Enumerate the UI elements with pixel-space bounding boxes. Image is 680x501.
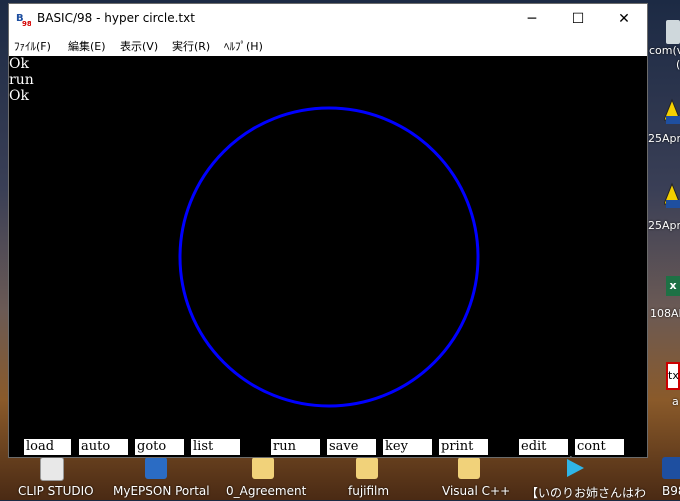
fkey-f5[interactable]: run xyxy=(271,439,320,455)
fkey-f8[interactable]: print xyxy=(439,439,488,455)
fkey-f6[interactable]: save xyxy=(327,439,376,455)
taskbar-item-visual-cpp[interactable]: Visual C++ xyxy=(430,455,510,500)
fkey-separator: " xyxy=(370,438,376,452)
excel-icon: x xyxy=(666,276,680,296)
folder-icon xyxy=(458,457,480,479)
basic98-app-icon: B 98 xyxy=(15,11,31,27)
menu-help[interactable]: ﾍﾙﾌﾟ(H) xyxy=(224,38,263,54)
menu-view[interactable]: 表示(V) xyxy=(120,38,158,54)
drawn-circle xyxy=(178,106,480,408)
fkey-separator: . xyxy=(569,447,573,457)
window-title: BASIC/98 - hyper circle.txt xyxy=(37,11,195,25)
folder-icon xyxy=(252,457,274,479)
fkey-f2[interactable]: auto xyxy=(79,439,128,455)
basic98-icon xyxy=(662,457,680,479)
clip-studio-icon xyxy=(40,457,64,481)
graphics-layer xyxy=(178,106,480,408)
fkey-f10[interactable]: cont xyxy=(575,439,624,455)
fkey-f4[interactable]: list xyxy=(191,439,240,455)
menu-run[interactable]: 実行(R) xyxy=(172,38,210,54)
svg-text:98: 98 xyxy=(22,20,31,27)
fkey-f3[interactable]: goto xyxy=(135,439,184,455)
play-icon xyxy=(567,459,584,477)
taskbar-item-fujifilm[interactable]: fujifilm xyxy=(330,455,410,500)
basic-screen[interactable]: Ok run Ok load " auto goto list run save… xyxy=(9,56,647,457)
fkey-separator: " xyxy=(65,438,71,452)
epson-icon xyxy=(145,457,167,479)
taskbar-item-b98[interactable]: B98 xyxy=(650,455,680,500)
menu-bar: ﾌｧｲﾙ(F) 編集(E) 表示(V) 実行(R) ﾍﾙﾌﾟ(H) xyxy=(9,34,647,56)
taskbar-item-myepson[interactable]: MyEPSON Portal xyxy=(105,455,210,500)
taskbar-item-clip-studio[interactable]: CLIP STUDIO xyxy=(0,455,100,500)
folder-icon xyxy=(356,457,378,479)
close-button[interactable]: ✕ xyxy=(601,4,647,34)
maximize-button[interactable]: ☐ xyxy=(555,4,601,34)
fkey-f1[interactable]: load xyxy=(24,439,71,455)
menu-edit[interactable]: 編集(E) xyxy=(68,38,106,54)
fkey-f7[interactable]: key xyxy=(383,439,432,455)
taskbar-item-agreement[interactable]: 0_Agreement xyxy=(220,455,310,500)
fkey-f9[interactable]: edit xyxy=(519,439,568,455)
taskbar: CLIP STUDIO MyEPSON Portal 0_Agreement f… xyxy=(0,455,680,500)
menu-file[interactable]: ﾌｧｲﾙ(F) xyxy=(14,38,51,54)
taskbar-item-video[interactable]: 【いのりお姉さんはわ xyxy=(520,455,646,500)
text-file-icon: tx xyxy=(666,362,680,390)
minimize-button[interactable]: ─ xyxy=(509,4,555,34)
title-bar[interactable]: B 98 BASIC/98 - hyper circle.txt ─ ☐ ✕ xyxy=(9,4,647,34)
file-warning-icon xyxy=(664,98,680,124)
basic98-window: B 98 BASIC/98 - hyper circle.txt ─ ☐ ✕ ﾌ… xyxy=(8,3,648,458)
file-warning-icon xyxy=(664,182,680,208)
